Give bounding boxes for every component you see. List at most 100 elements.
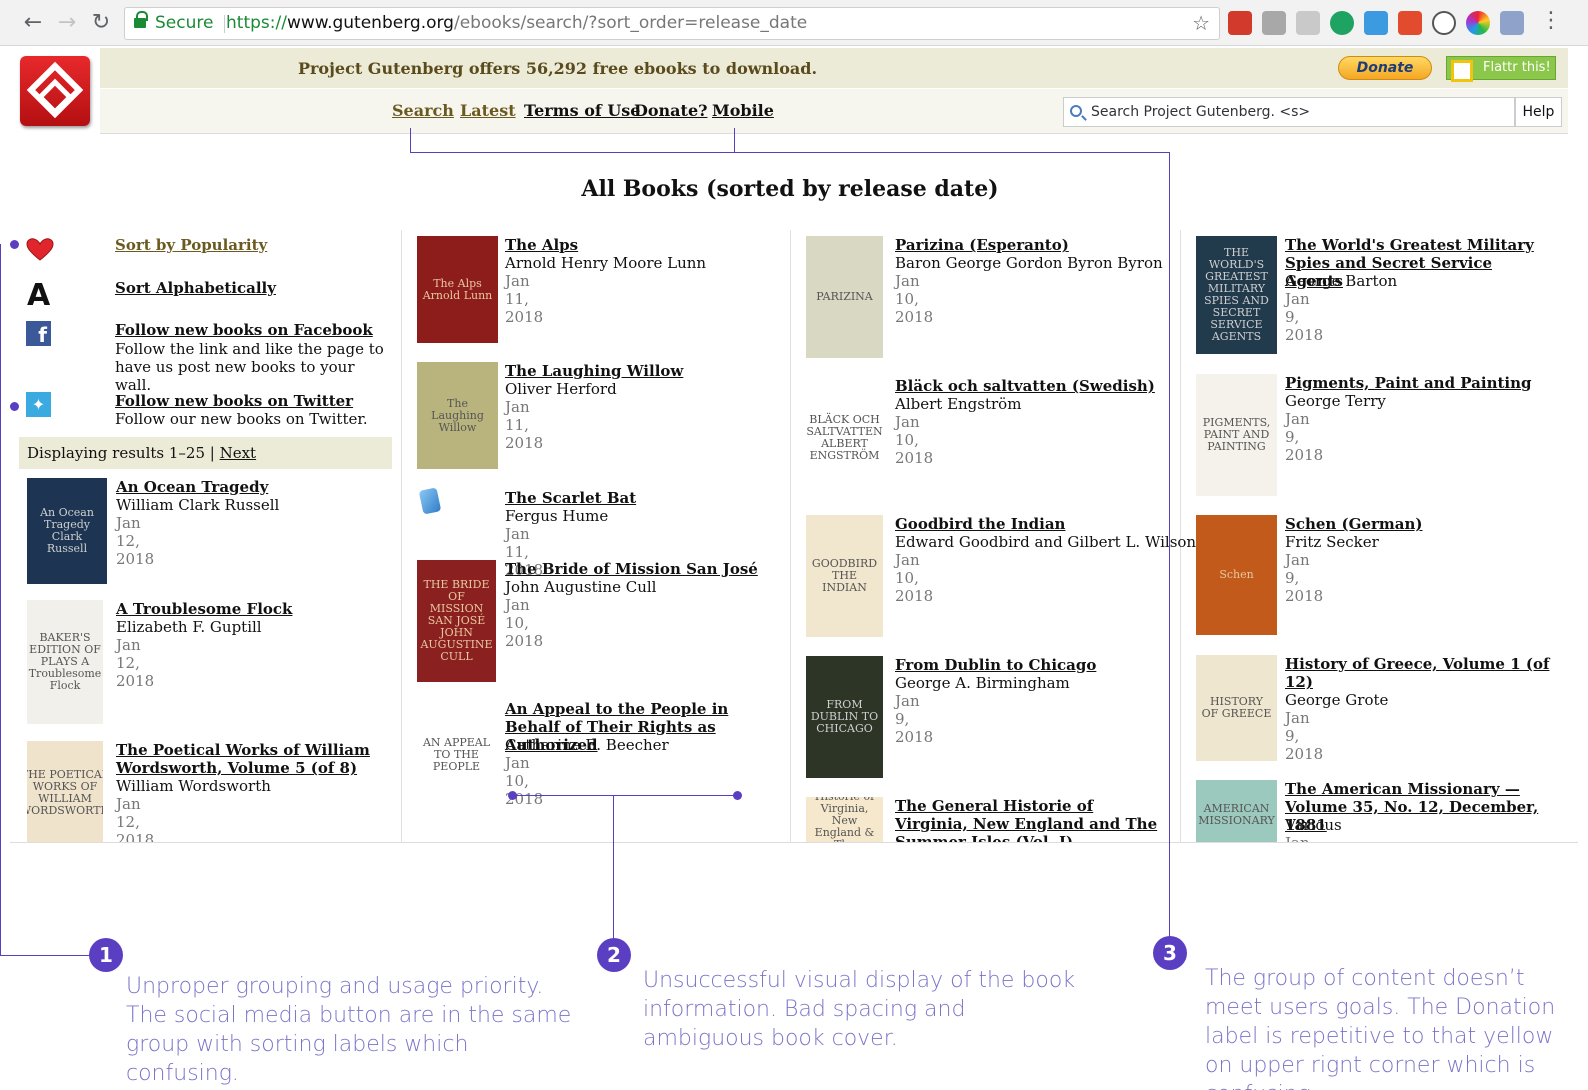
book-cover-image[interactable]: Schen (1196, 515, 1277, 635)
book-title-link[interactable]: The Bride of Mission San José (505, 560, 775, 578)
book-title-link[interactable]: The Alps (505, 236, 775, 254)
book-author: William Clark Russell (116, 496, 280, 514)
book-author: George Terry (1285, 392, 1386, 410)
flattr-button[interactable]: Flattr this! (1446, 56, 1556, 82)
eyedropper-extension-icon[interactable] (1500, 11, 1524, 35)
book-title-link[interactable]: History of Greece, Volume 1 (of 12) (1285, 655, 1555, 691)
book-release-date: Jan 10, 2018 (895, 272, 934, 326)
alphabet-icon: A (27, 278, 51, 313)
book-author: Baron George Gordon Byron Byron (895, 254, 1163, 272)
sort-alphabetically-link[interactable]: Sort Alphabetically (115, 279, 276, 297)
book-author: Fritz Secker (1285, 533, 1379, 551)
facebook-description: Follow the link and like the page to hav… (115, 340, 384, 394)
annotation-2-text: Unsuccessful visual display of the book … (643, 968, 1076, 1051)
bookmark-extension-icon[interactable] (1228, 11, 1252, 35)
book-title-link[interactable]: A Troublesome Flock (116, 600, 386, 618)
url-host: www.gutenberg.org (286, 13, 454, 33)
address-separator (224, 15, 225, 33)
annotation-1-line (0, 244, 1, 955)
book-author: Albert Engström (895, 395, 1022, 413)
annotation-3-line (1169, 152, 1170, 940)
reload-icon[interactable]: ↻ (88, 10, 114, 36)
book-author: Arnold Henry Moore Lunn (505, 254, 707, 272)
book-release-date: Jan 10, 2018 (895, 551, 934, 605)
annotation-1-line (13, 244, 17, 245)
back-arrow-icon[interactable]: ← (20, 10, 46, 36)
nav-mobile[interactable]: Mobile (712, 101, 774, 120)
book-cover-image[interactable]: GOODBIRD THE INDIAN (806, 515, 883, 637)
book-cover-image[interactable]: THE POETICAL WORKS OF WILLIAM WORDSWORTH (27, 741, 103, 845)
book-cover-image[interactable]: The Alps Arnold Lunn (417, 236, 498, 343)
extension-icons (1228, 11, 1524, 35)
drive-extension-icon[interactable] (1262, 11, 1286, 35)
browser-toolbar: ← → ↻ Secure https://www.gutenberg.org/e… (0, 0, 1588, 46)
url-path: /ebooks/search/?sort_order=release_date (453, 13, 808, 33)
facebook-link[interactable]: Follow new books on Facebook (115, 321, 373, 339)
book-title-link[interactable]: An Ocean Tragedy (116, 478, 386, 496)
grammarly-extension-icon[interactable] (1330, 11, 1354, 35)
wordpress-extension-icon[interactable] (1432, 11, 1456, 35)
book-cover-image[interactable]: An Ocean Tragedy Clark Russell (27, 478, 107, 584)
notes-extension-icon[interactable] (1364, 11, 1388, 35)
book-cover-image[interactable]: FROM DUBLIN TO CHICAGO (806, 656, 883, 778)
annotation-3-number: 3 (1153, 936, 1187, 970)
book-title-link[interactable]: The Laughing Willow (505, 362, 775, 380)
twitter-description: Follow our new books on Twitter. (115, 410, 368, 428)
annotation-3-text: The group of content doesn’t meet users … (1205, 966, 1556, 1090)
color-picker-extension-icon[interactable] (1466, 11, 1490, 35)
book-title-link[interactable]: Parizina (Esperanto) (895, 236, 1165, 254)
forward-arrow-icon[interactable]: → (54, 10, 80, 36)
book-cover-image[interactable]: BAKER'S EDITION OF PLAYS A Troublesome F… (27, 600, 103, 724)
book-cover-image[interactable]: BLÄCK OCH SALTVATTEN ALBERT ENGSTRÖM (806, 377, 883, 499)
book-cover-image[interactable]: HISTORY OF GREECE (1196, 655, 1277, 761)
book-title-link[interactable]: The Scarlet Bat (505, 489, 775, 507)
book-release-date: Jan 9, 2018 (1285, 410, 1324, 464)
nav-terms-of-use[interactable]: Terms of Use (524, 101, 640, 120)
book-cover-image[interactable]: THE BRIDE OF MISSION SAN JOSÉ JOHN AUGUS… (417, 560, 496, 682)
bookmark-star-icon[interactable]: ☆ (1192, 8, 1210, 39)
twitter-icon: ✦ (26, 392, 51, 417)
results-bar: Displaying results 1–25 | Next (19, 437, 392, 469)
book-cover-image[interactable]: The Laughing Willow (417, 362, 498, 469)
twitter-link[interactable]: Follow new books on Twitter (115, 392, 353, 410)
facebook-icon: f (26, 321, 51, 347)
book-author: William Wordsworth (116, 777, 271, 795)
book-placeholder-icon[interactable] (418, 487, 442, 515)
sort-by-popularity-link[interactable]: Sort by Popularity (115, 236, 267, 254)
book-release-date: Jan 9, 2018 (895, 692, 934, 746)
book-title-link[interactable]: Schen (German) (1285, 515, 1555, 533)
annotation-3-line (410, 152, 1170, 153)
book-author: George Barton (1285, 272, 1398, 290)
book-release-date: Jan 9, 2018 (1285, 551, 1324, 605)
address-bar[interactable]: Secure https://www.gutenberg.org/ebooks/… (124, 7, 1220, 40)
checker-extension-icon[interactable] (1398, 11, 1422, 35)
annotation-3-line (410, 128, 411, 152)
book-cover-image[interactable]: AMERICAN MISSIONARY (1196, 780, 1277, 850)
book-title-link[interactable]: Pigments, Paint and Painting (1285, 374, 1555, 392)
book-cover-image[interactable]: PARIZINA (806, 236, 883, 358)
search-icon (1070, 105, 1082, 117)
book-title-link[interactable]: Bläck och saltvatten (Swedish) (895, 377, 1165, 395)
book-cover-image[interactable]: PIGMENTS, PAINT AND PAINTING (1196, 374, 1277, 496)
book-title-link[interactable]: From Dublin to Chicago (895, 656, 1165, 674)
next-link[interactable]: Next (220, 444, 257, 462)
search-placeholder: Search Project Gutenberg. <s> (1091, 104, 1311, 120)
help-button[interactable]: Help (1515, 97, 1562, 127)
nav-donate[interactable]: Donate? (634, 101, 708, 120)
book-title-link[interactable]: Goodbird the Indian (895, 515, 1165, 533)
book-release-date: Jan 11, 2018 (505, 272, 544, 326)
annotation-1-text: Unproper grouping and usage priority. Th… (126, 974, 572, 1086)
nav-latest[interactable]: Latest (460, 101, 516, 120)
browser-menu-icon[interactable]: ⋮ (1540, 8, 1562, 33)
site-search-input[interactable]: Search Project Gutenberg. <s> (1063, 97, 1515, 127)
secure-label: Secure (155, 13, 214, 33)
book-author: Various (1285, 816, 1342, 834)
book-cover-image[interactable]: THE WORLD'S GREATEST MILITARY SPIES AND … (1196, 236, 1277, 354)
book-cover-image[interactable]: AN APPEAL TO THE PEOPLE (417, 700, 496, 810)
donate-button[interactable]: Donate (1338, 56, 1432, 80)
book-release-date: Jan 9, 2018 (1285, 290, 1324, 344)
cloud-extension-icon[interactable] (1296, 11, 1320, 35)
book-title-link[interactable]: The Poetical Works of William Wordsworth… (116, 741, 386, 777)
nav-search[interactable]: Search (392, 101, 454, 120)
book-author: John Augustine Cull (505, 578, 657, 596)
